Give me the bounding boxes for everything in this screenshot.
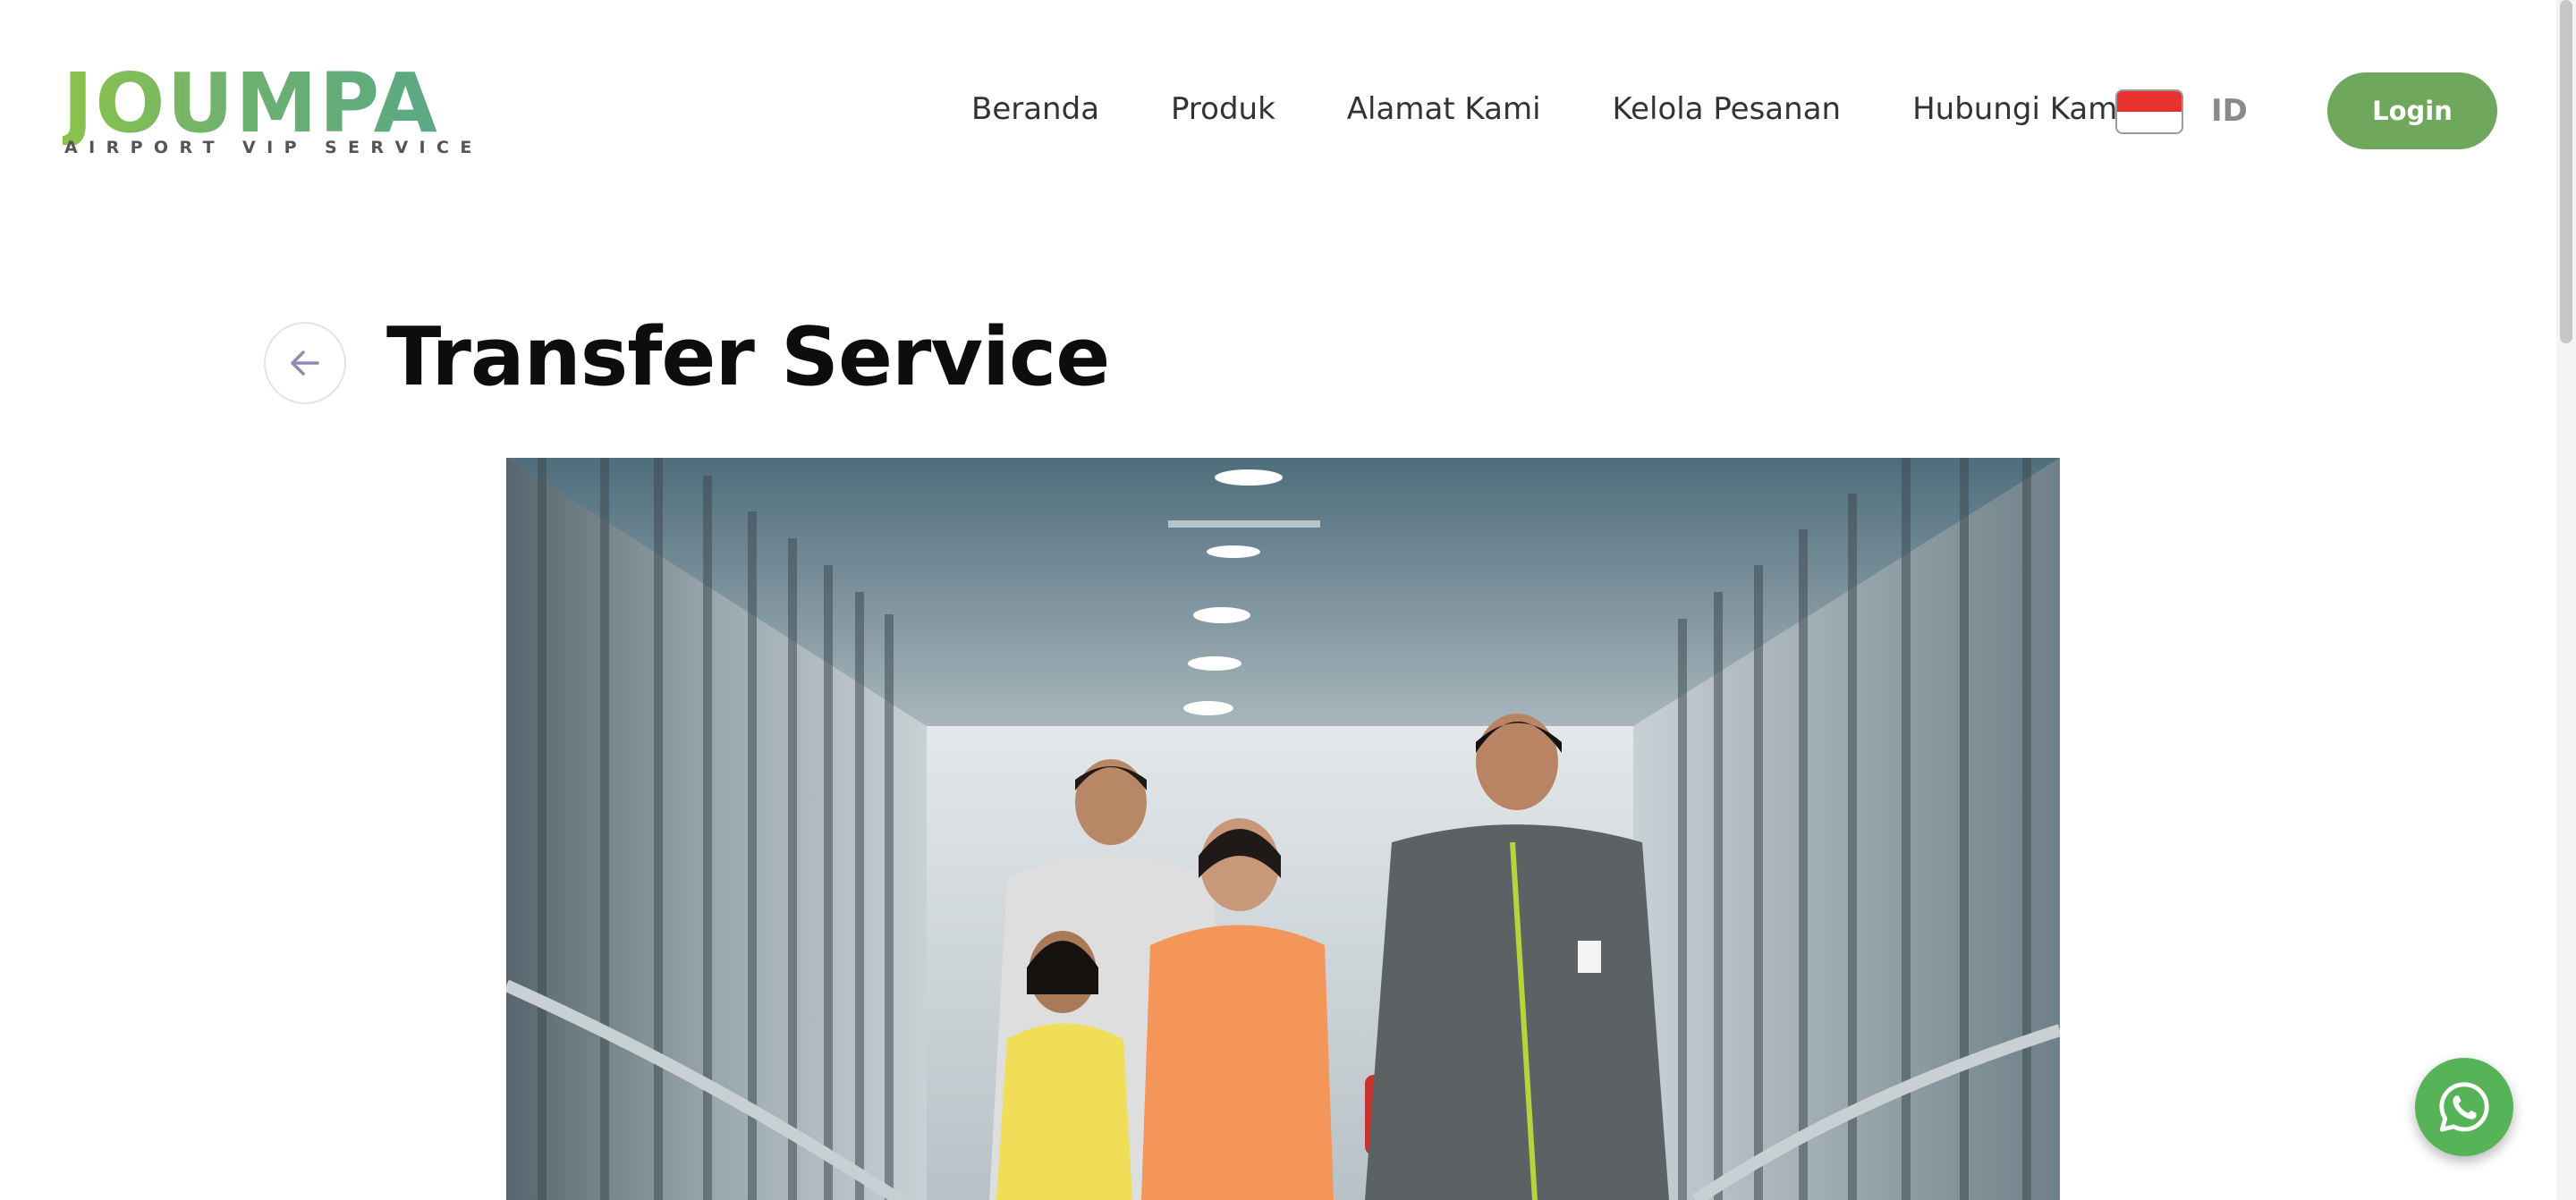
joumpa-logo[interactable]: JOUMPA AIRPORT VIP SERVICE bbox=[63, 63, 483, 158]
logo-wordmark: JOUMPA bbox=[63, 55, 439, 151]
nav-item-alamat-kami[interactable]: Alamat Kami bbox=[1347, 86, 1541, 132]
hero-image bbox=[506, 458, 2060, 1200]
logo-tagline: AIRPORT VIP SERVICE bbox=[64, 138, 483, 157]
indonesia-flag-icon[interactable] bbox=[2115, 89, 2183, 134]
whatsapp-icon bbox=[2439, 1082, 2489, 1132]
scrollbar-thumb[interactable] bbox=[2560, 0, 2572, 343]
back-button[interactable] bbox=[264, 322, 346, 404]
nav-item-kelola-pesanan[interactable]: Kelola Pesanan bbox=[1613, 86, 1842, 132]
nav-item-produk[interactable]: Produk bbox=[1171, 86, 1275, 132]
main-nav: Beranda Produk Alamat Kami Kelola Pesana… bbox=[971, 86, 2126, 132]
login-button[interactable]: Login bbox=[2327, 72, 2497, 149]
nav-item-hubungi-kami[interactable]: Hubungi Kami bbox=[1912, 86, 2126, 132]
arrow-left-icon bbox=[291, 351, 319, 376]
page-scrollbar[interactable] bbox=[2556, 0, 2576, 1200]
language-code[interactable]: ID bbox=[2211, 89, 2248, 132]
whatsapp-button[interactable] bbox=[2415, 1058, 2513, 1156]
nav-item-beranda[interactable]: Beranda bbox=[971, 86, 1099, 132]
page: JOUMPA AIRPORT VIP SERVICE Beranda Produ… bbox=[0, 0, 2576, 1200]
page-title: Transfer Service bbox=[386, 310, 1110, 404]
